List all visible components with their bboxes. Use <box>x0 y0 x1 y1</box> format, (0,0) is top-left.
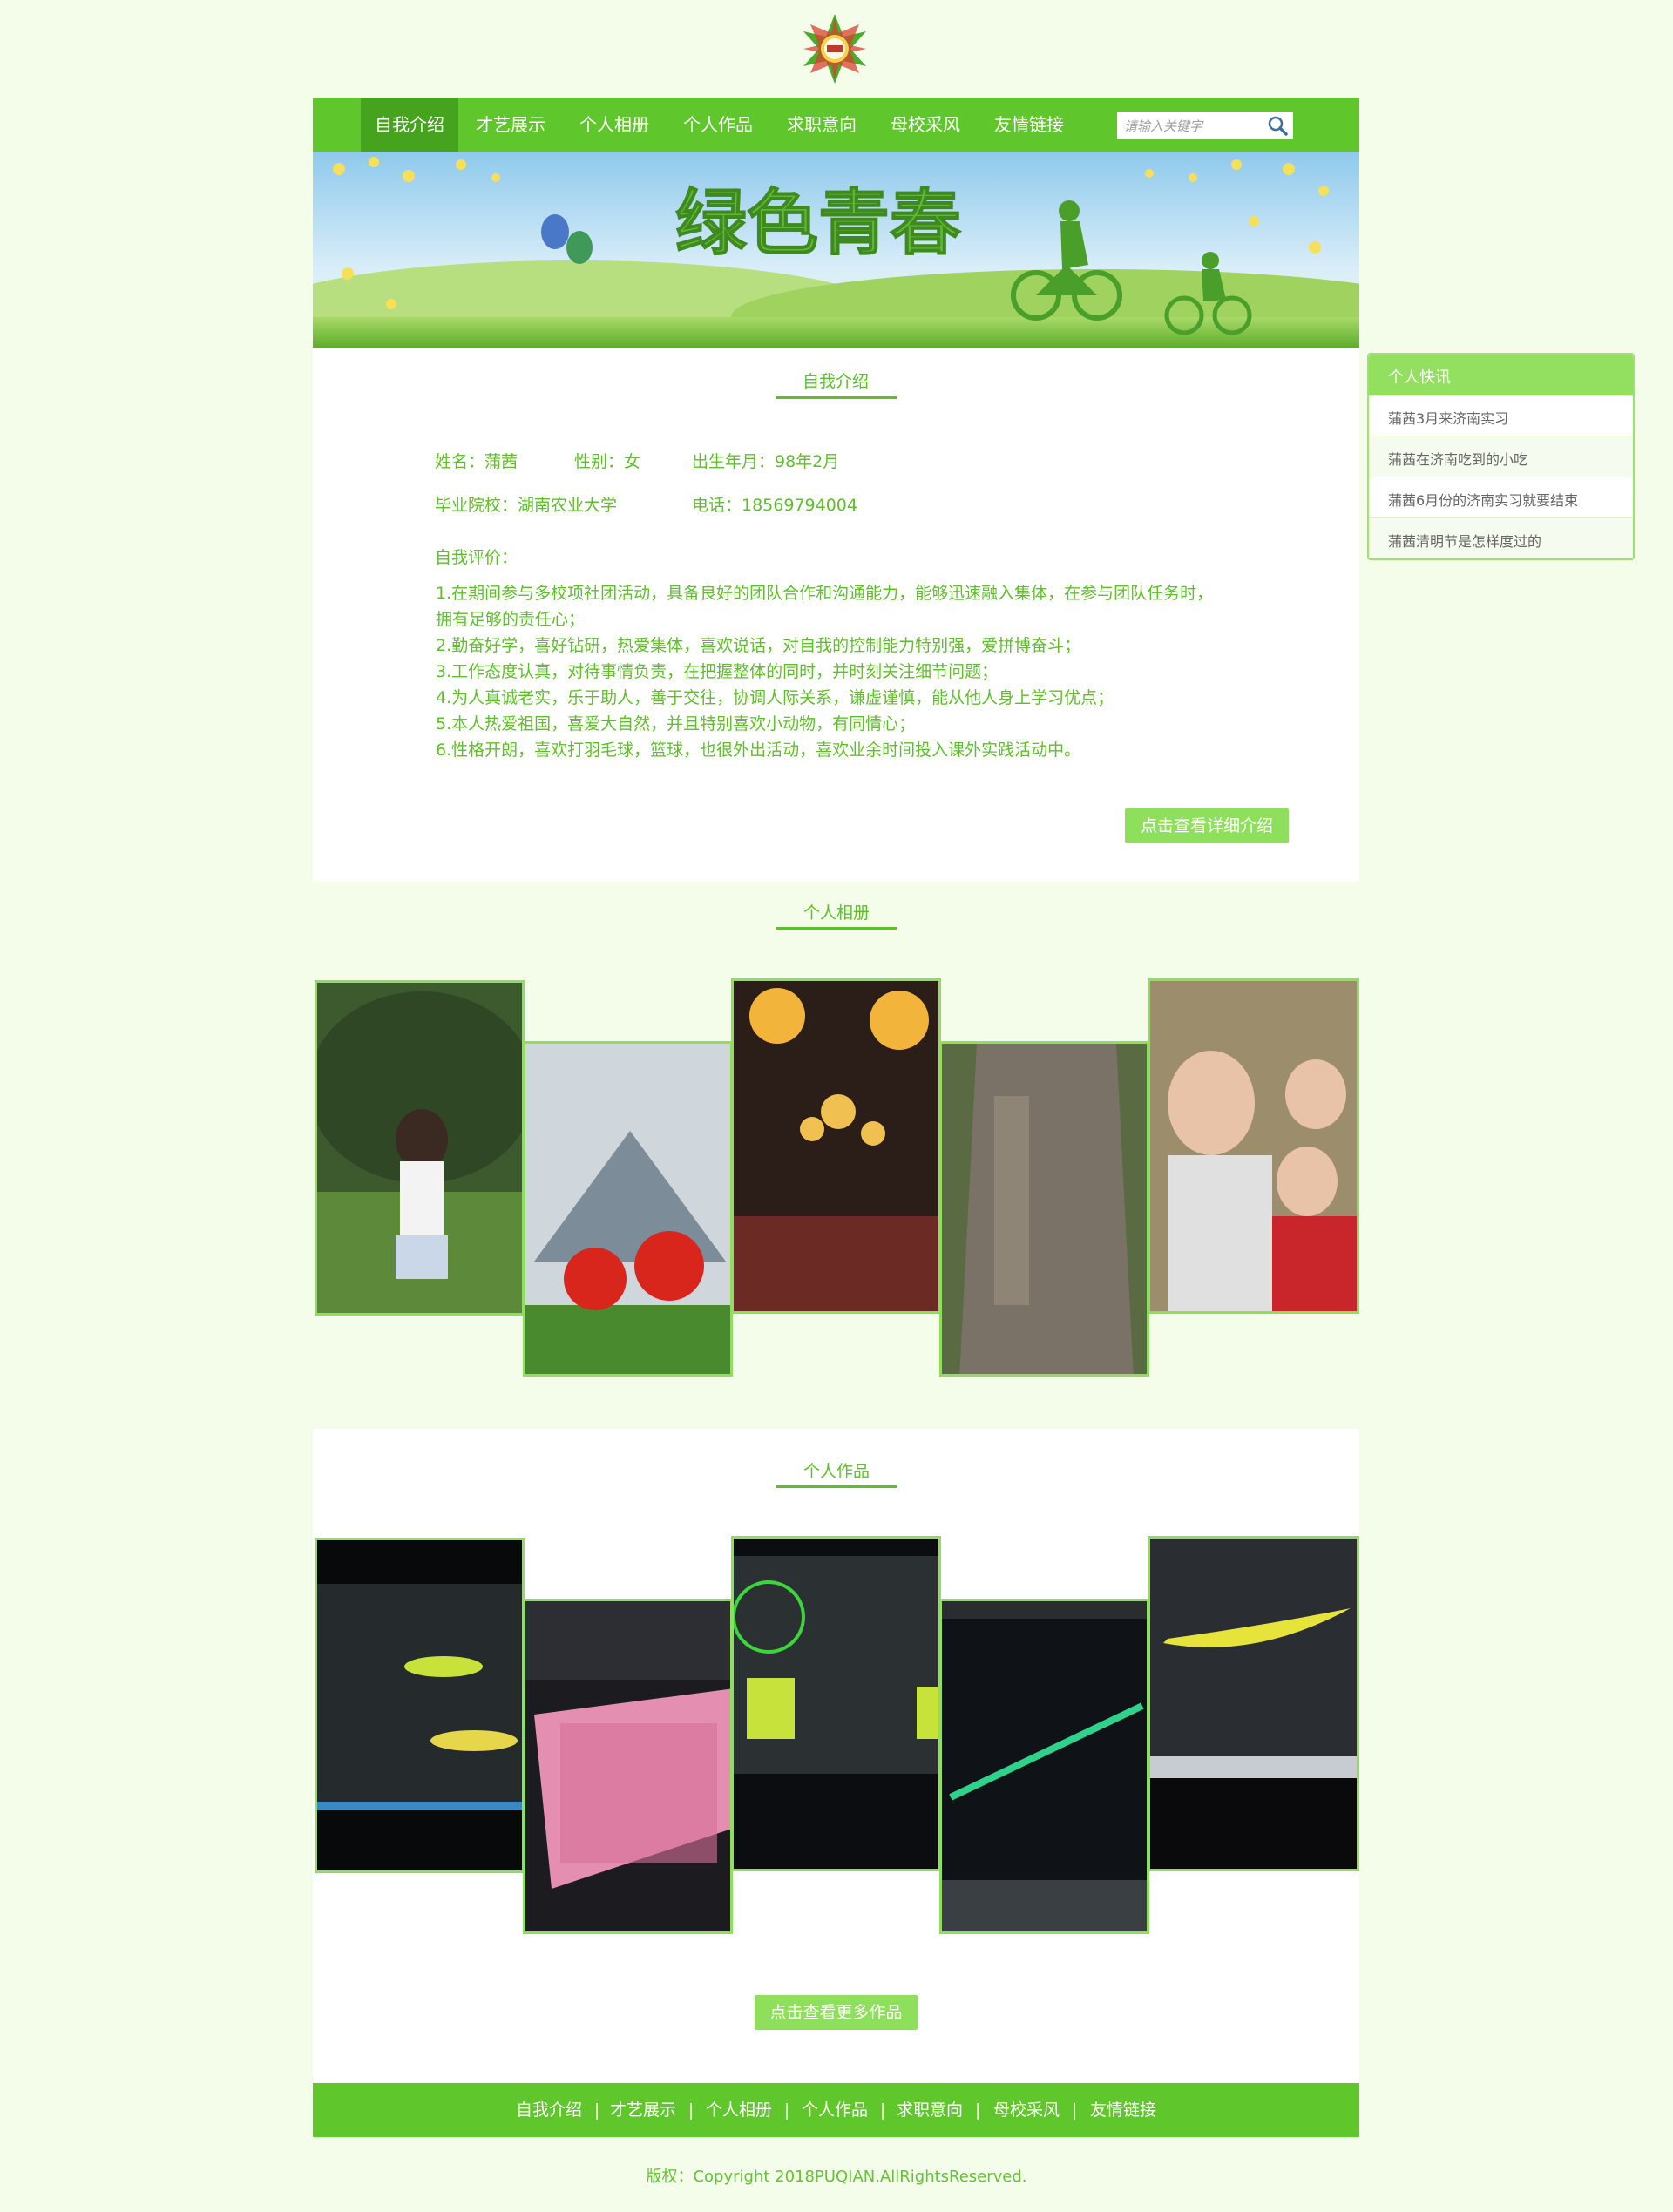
footer-link-links[interactable]: 友情链接 <box>1090 2083 1156 2137</box>
works-title-underline <box>776 1485 897 1488</box>
eval-line: 4.为人真诚老实，乐于助人，善于交往，协调人际关系，谦虚谨慎，能从他人身上学习优… <box>436 688 1114 707</box>
works-photo[interactable] <box>523 1599 733 1934</box>
nav-item-job[interactable]: 求职意向 <box>770 98 873 152</box>
birth-field: 出生年月：98年2月 <box>692 452 840 471</box>
banner-title: 绿色青春 <box>675 182 961 265</box>
works-photo[interactable] <box>315 1538 525 1873</box>
eval-line: 5.本人热爱祖国，喜爱大自然，并且特别喜欢小动物，有同情心； <box>436 714 916 734</box>
nav-item-links[interactable]: 友情链接 <box>978 98 1080 152</box>
news-item[interactable]: 蒲茜6月份的济南实习就要结束 <box>1369 477 1633 517</box>
footer-link-works[interactable]: 个人作品 <box>802 2083 868 2137</box>
footer-link-job[interactable]: 求职意向 <box>897 2083 963 2137</box>
site-logo[interactable] <box>800 3 870 94</box>
copyright-text: 版权：Copyright 2018PUQIAN.AllRightsReserve… <box>646 2168 1027 2186</box>
nav-item-talent[interactable]: 才艺展示 <box>459 98 562 152</box>
eval-line: 3.工作态度认真，对待事情负责，在把握整体的同时，并时刻关注细节问题； <box>436 662 999 681</box>
more-works-button[interactable]: 点击查看更多作品 <box>755 1995 918 2030</box>
eval-line: 1.在期间参与多校项社团活动，具备良好的团队合作和沟通能力，能够迅速融入集体，在… <box>436 584 1214 603</box>
works-photo[interactable] <box>1148 1536 1359 1871</box>
album-photo[interactable] <box>1148 978 1359 1314</box>
search-icon[interactable] <box>1265 114 1290 137</box>
eval-line: 2.勤奋好学，喜好钻研，热爱集体，喜欢说话，对自我的控制能力特别强，爱拼博奋斗； <box>436 636 1081 655</box>
search-box <box>1117 112 1293 139</box>
works-title: 个人作品 <box>803 1462 870 1481</box>
news-item[interactable]: 蒲茜清明节是怎样度过的 <box>1369 517 1633 558</box>
footer-nav: 自我介绍 | 才艺展示 | 个人相册 | 个人作品 | 求职意向 | 母校采风 … <box>313 2083 1359 2137</box>
search-input[interactable] <box>1122 114 1265 139</box>
eval-line: 拥有足够的责任心； <box>436 610 586 629</box>
footer-separator: | <box>594 2100 600 2120</box>
footer-separator: | <box>688 2100 694 2120</box>
news-item[interactable]: 蒲茜3月来济南实习 <box>1369 395 1633 436</box>
eval-title: 自我评价： <box>435 548 518 567</box>
nav-item-intro[interactable]: 自我介绍 <box>361 98 458 152</box>
nav-item-school[interactable]: 母校采风 <box>874 98 977 152</box>
nav-item-works[interactable]: 个人作品 <box>667 98 769 152</box>
news-item[interactable]: 蒲茜在济南吃到的小吃 <box>1369 436 1633 477</box>
footer-separator: | <box>784 2100 790 2120</box>
school-field: 毕业院校：湖南农业大学 <box>435 496 618 515</box>
footer-separator: | <box>880 2100 886 2120</box>
news-panel: 个人快讯 蒲茜3月来济南实习 蒲茜在济南吃到的小吃 蒲茜6月份的济南实习就要结束… <box>1367 353 1635 560</box>
album-photo[interactable] <box>731 978 941 1314</box>
hero-banner: 绿色青春 <box>313 152 1359 348</box>
works-photo[interactable] <box>731 1536 941 1871</box>
intro-title: 自我介绍 <box>802 372 869 391</box>
phone-field: 电话：18569794004 <box>692 496 857 515</box>
album-photo[interactable] <box>315 980 525 1316</box>
footer-link-school[interactable]: 母校采风 <box>993 2083 1060 2137</box>
news-title: 个人快讯 <box>1388 369 1451 387</box>
album-title-underline <box>776 927 897 930</box>
footer-separator: | <box>1072 2100 1078 2120</box>
album-photo[interactable] <box>523 1041 733 1377</box>
eval-line: 6.性格开朗，喜欢打羽毛球，篮球，也很外出活动，喜欢业余时间投入课外实践活动中。 <box>436 741 1081 760</box>
footer-link-intro[interactable]: 自我介绍 <box>516 2083 582 2137</box>
album-photo[interactable] <box>939 1041 1149 1377</box>
nav-item-album[interactable]: 个人相册 <box>563 98 666 152</box>
album-title: 个人相册 <box>803 903 870 923</box>
works-photo[interactable] <box>939 1599 1149 1934</box>
intro-title-underline <box>776 396 897 399</box>
view-detail-button[interactable]: 点击查看详细介绍 <box>1125 808 1289 843</box>
footer-link-talent[interactable]: 才艺展示 <box>610 2083 676 2137</box>
footer-separator: | <box>975 2100 981 2120</box>
news-header: 个人快讯 <box>1369 355 1633 395</box>
footer-link-album[interactable]: 个人相册 <box>706 2083 772 2137</box>
name-field: 姓名：蒲茜 <box>435 452 518 471</box>
gender-field: 性别：女 <box>574 452 641 471</box>
